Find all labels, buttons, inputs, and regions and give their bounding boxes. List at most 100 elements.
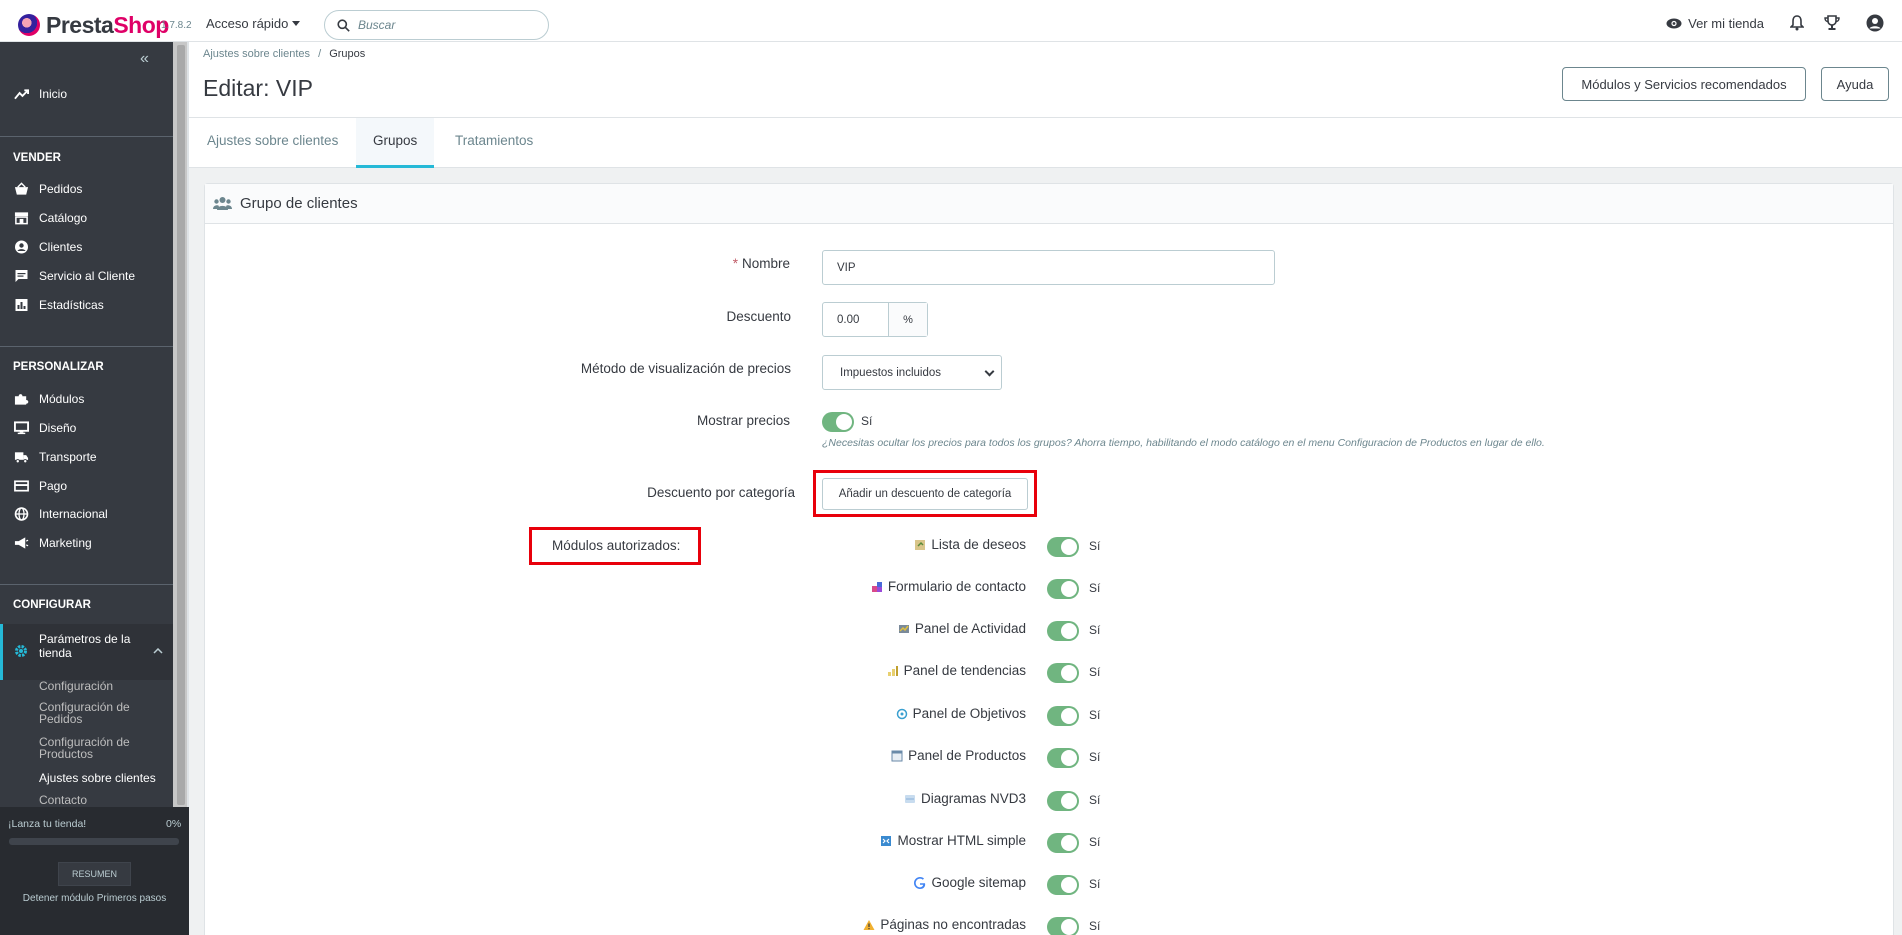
module-toggle[interactable]	[1047, 663, 1079, 683]
module-row: Diagramas NVD3	[904, 791, 1026, 806]
credit-card-icon	[14, 480, 29, 492]
launch-label: ¡Lanza tu tienda!	[8, 818, 87, 830]
module-toggle[interactable]	[1047, 875, 1079, 895]
bell-icon[interactable]	[1790, 15, 1804, 31]
module-toggle[interactable]	[1047, 791, 1079, 811]
bar-chart-icon	[15, 299, 28, 311]
price-method-value: Impuestos incluidos	[840, 366, 941, 379]
sidebar-divider	[0, 136, 173, 137]
page-title: Editar: VIP	[203, 75, 313, 101]
prestashop-logo[interactable]: PrestaShop	[18, 12, 169, 38]
module-row: Panel de tendencias	[887, 663, 1026, 678]
sidebar-item-transporte[interactable]: Transporte	[14, 450, 97, 464]
help-button[interactable]: Ayuda	[1821, 67, 1889, 101]
sidebar-item-diseno[interactable]: Diseño	[14, 421, 76, 435]
top-strip	[0, 0, 1902, 8]
recommended-modules-button[interactable]: Módulos y Servicios recomendados	[1562, 67, 1806, 101]
show-prices-toggle[interactable]	[822, 412, 854, 432]
search-icon	[337, 18, 350, 32]
module-row: Google sitemap	[914, 875, 1026, 890]
highlight-box	[529, 527, 701, 565]
resumen-button[interactable]: RESUMEN	[58, 862, 131, 886]
launch-progress-bar	[9, 838, 179, 845]
eye-icon	[1666, 18, 1682, 28]
sidebar-item-label: Catálogo	[39, 211, 88, 225]
sidebar-item-clientes[interactable]: Clientes	[14, 240, 82, 254]
trophy-icon[interactable]	[1824, 15, 1840, 31]
top-header: PrestaShop 1.7.8.2 Acceso rápido Buscar …	[0, 8, 1902, 42]
sidebar-scrollbar-thumb[interactable]	[177, 45, 185, 805]
version-label: 1.7.8.2	[161, 20, 192, 31]
trending-up-icon	[14, 89, 29, 100]
collapse-sidebar-icon[interactable]: «	[140, 50, 149, 68]
sidebar-subitem-ajustes-clientes[interactable]: Ajustes sobre clientes	[39, 772, 156, 784]
sidebar-item-pedidos[interactable]: Pedidos	[14, 182, 82, 196]
products-icon	[891, 750, 903, 761]
show-prices-value: Sí	[861, 414, 873, 428]
module-row: Páginas no encontradas	[863, 917, 1026, 932]
breadcrumb-current: Grupos	[329, 48, 366, 60]
module-toggle[interactable]	[1047, 621, 1079, 641]
module-toggle[interactable]	[1047, 579, 1079, 599]
sidebar-divider	[0, 584, 173, 585]
module-row: Lista de deseos	[914, 537, 1026, 552]
sidebar-item-label: Marketing	[39, 536, 92, 550]
module-toggle-value: Sí	[1089, 793, 1101, 807]
sidebar-subitem-config-productos[interactable]: Configuración de Productos	[39, 736, 130, 760]
sidebar-item-inicio[interactable]: Inicio	[14, 87, 67, 101]
module-row: Panel de Productos	[891, 748, 1026, 763]
sidebar-item-catalogo[interactable]: Catálogo	[14, 211, 87, 225]
account-circle-icon	[15, 240, 28, 254]
sidebar-section-sell: VENDER	[13, 152, 61, 164]
module-toggle[interactable]	[1047, 917, 1079, 935]
sidebar-item-marketing[interactable]: Marketing	[14, 536, 92, 550]
google-icon	[914, 876, 926, 889]
discount-input-group[interactable]: 0.00 %	[822, 302, 928, 337]
sidebar-item-pago[interactable]: Pago	[14, 479, 67, 493]
sidebar-item-label: Estadísticas	[39, 298, 104, 312]
sidebar-item-label: Servicio al Cliente	[39, 269, 136, 283]
module-toggle[interactable]	[1047, 833, 1079, 853]
tab-grupos[interactable]: Grupos	[373, 133, 417, 148]
sidebar-item-label: Diseño	[39, 421, 77, 435]
nvd3-icon	[904, 794, 915, 803]
module-toggle[interactable]	[1047, 748, 1079, 768]
goals-icon	[896, 708, 907, 719]
sidebar-subitem-config-pedidos[interactable]: Configuración de Pedidos	[39, 701, 130, 725]
sidebar-item-label: Transporte	[39, 450, 97, 464]
prestashop-logo-icon	[18, 14, 40, 36]
sidebar-item-label: Inicio	[39, 87, 68, 101]
category-discount-label: Descuento por categoría	[647, 485, 795, 500]
sidebar-subitem-contacto[interactable]: Contacto	[39, 794, 87, 806]
name-field[interactable]: VIP	[822, 250, 1275, 285]
price-method-select[interactable]: Impuestos incluidos	[822, 355, 1002, 390]
stop-onboarding-link[interactable]: Detener módulo Primeros pasos	[0, 893, 189, 904]
quick-access-dropdown[interactable]: Acceso rápido	[206, 16, 301, 31]
search-input[interactable]: Buscar	[324, 10, 549, 40]
sidebar-item-modulos[interactable]: Módulos	[14, 392, 84, 406]
highlight-box	[813, 470, 1037, 517]
card-header	[205, 184, 1893, 224]
tab-tratamientos[interactable]: Tratamientos	[455, 133, 533, 148]
sidebar-item-label: Internacional	[39, 507, 108, 521]
truck-icon	[14, 452, 29, 464]
discount-field[interactable]: 0.00	[823, 303, 889, 336]
module-toggle-value: Sí	[1089, 919, 1101, 933]
breadcrumb-parent[interactable]: Ajustes sobre clientes	[203, 48, 310, 60]
module-toggle-value: Sí	[1089, 581, 1101, 595]
sidebar-item-estadisticas[interactable]: Estadísticas	[14, 298, 104, 312]
tab-ajustes-clientes[interactable]: Ajustes sobre clientes	[207, 133, 338, 148]
store-icon	[14, 212, 29, 225]
name-label: * Nombre	[732, 256, 790, 271]
module-toggle[interactable]	[1047, 537, 1079, 557]
megaphone-icon	[14, 537, 29, 549]
module-toggle[interactable]	[1047, 706, 1079, 726]
sidebar-subitem-configuracion[interactable]: Configuración	[39, 680, 113, 692]
user-account-icon[interactable]	[1866, 14, 1884, 32]
sidebar-item-servicio-cliente[interactable]: Servicio al Cliente	[14, 269, 135, 283]
sidebar-active-label: Parámetros de la tienda	[39, 632, 131, 660]
module-toggle-value: Sí	[1089, 623, 1101, 637]
sidebar-item-label: Módulos	[39, 392, 85, 406]
sidebar-item-internacional[interactable]: Internacional	[14, 507, 108, 521]
view-store-link[interactable]: Ver mi tienda	[1666, 16, 1764, 31]
